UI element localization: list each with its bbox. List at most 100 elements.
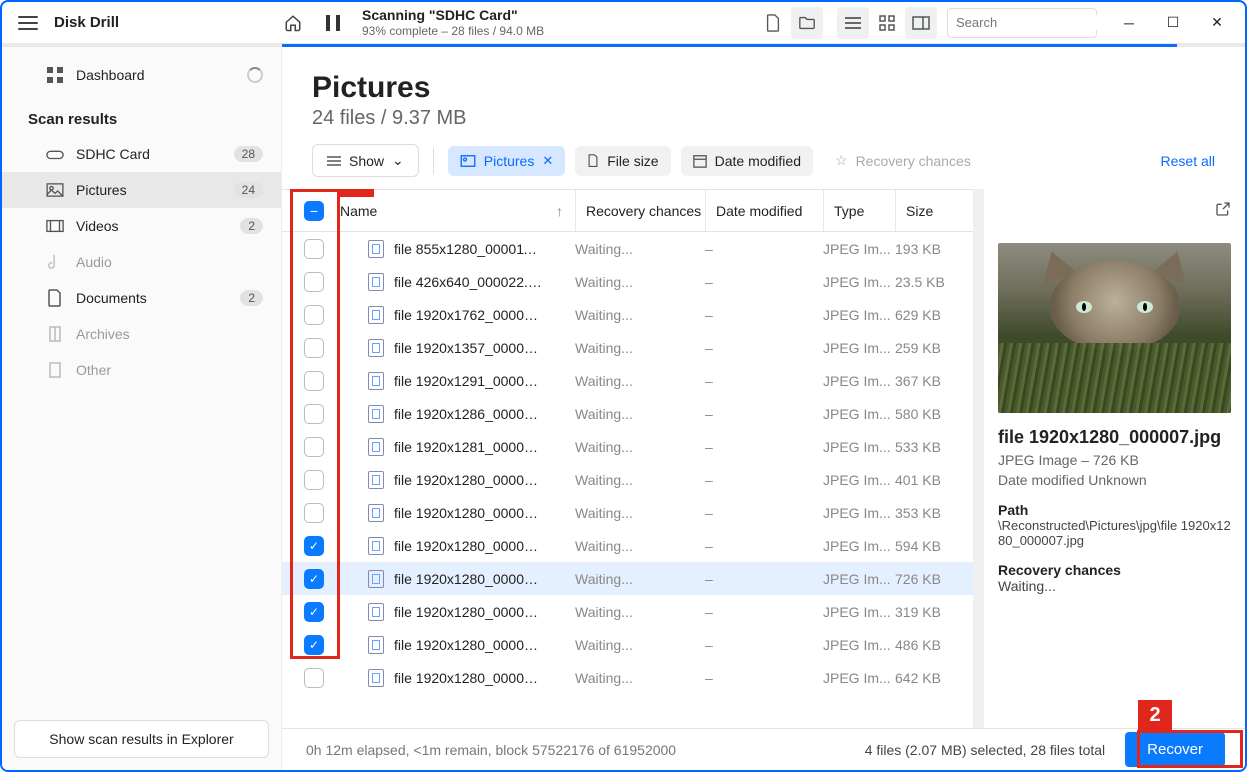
app-title: Disk Drill	[54, 14, 119, 31]
drive-icon	[46, 147, 64, 161]
minimize-button[interactable]: ─	[1111, 7, 1147, 39]
cell-date: –	[705, 505, 823, 521]
row-checkbox[interactable]	[304, 371, 324, 391]
row-checkbox[interactable]	[304, 239, 324, 259]
grid-view-icon[interactable]	[871, 7, 903, 39]
sidebar-item-sdhc-card[interactable]: SDHC Card 28	[2, 136, 281, 172]
preview-pane-icon[interactable]	[905, 7, 937, 39]
table-row[interactable]: file 855x1280_000011.j...Waiting...–JPEG…	[282, 232, 973, 265]
file-icon	[368, 537, 384, 555]
row-checkbox[interactable]	[304, 404, 324, 424]
row-checkbox[interactable]	[304, 305, 324, 325]
table-row[interactable]: file 1920x1286_000008....Waiting...–JPEG…	[282, 397, 973, 430]
select-all-checkbox[interactable]: −	[304, 201, 324, 221]
table-row[interactable]: ✓file 1920x1280_000014....Waiting...–JPE…	[282, 529, 973, 562]
column-type[interactable]: Type	[823, 190, 895, 231]
sidebar-item-documents[interactable]: Documents 2	[2, 280, 281, 316]
filter-chip-pictures[interactable]: Pictures ✕	[448, 146, 565, 176]
table-row[interactable]: file 1920x1291_000017....Waiting...–JPEG…	[282, 364, 973, 397]
row-checkbox[interactable]: ✓	[304, 536, 324, 556]
table-row[interactable]: ✓file 1920x1280_000004....Waiting...–JPE…	[282, 595, 973, 628]
cell-recovery: Waiting...	[575, 670, 705, 686]
scan-title: Scanning "SDHC Card"	[362, 7, 544, 24]
filter-chip-label: Pictures	[484, 153, 535, 169]
maximize-button[interactable]: ☐	[1155, 7, 1191, 39]
table-row[interactable]: file 1920x1280_000018....Waiting...–JPEG…	[282, 463, 973, 496]
row-checkbox[interactable]	[304, 437, 324, 457]
row-checkbox[interactable]: ✓	[304, 635, 324, 655]
scrollbar[interactable]	[973, 189, 983, 728]
titlebar: Disk Drill Scanning "SDHC Card" 93% comp…	[2, 2, 1245, 44]
home-icon[interactable]	[282, 12, 304, 34]
show-in-explorer-button[interactable]: Show scan results in Explorer	[14, 720, 269, 758]
preview-recovery: Waiting...	[998, 578, 1231, 594]
close-icon[interactable]: ✕	[542, 153, 553, 169]
sidebar-item-videos[interactable]: Videos 2	[2, 208, 281, 244]
table-row[interactable]: ✓file 1920x1280_000007....Waiting...–JPE…	[282, 562, 973, 595]
filter-chip-date-modified[interactable]: Date modified	[681, 146, 813, 176]
sidebar-dashboard[interactable]: Dashboard	[2, 47, 281, 103]
folder-icon[interactable]	[791, 7, 823, 39]
table-row[interactable]: file 1920x1281_000015....Waiting...–JPEG…	[282, 430, 973, 463]
file-name: file 1920x1280_000018....	[394, 472, 544, 488]
sidebar-item-badge: 2	[240, 290, 263, 306]
sidebar-item-label: Other	[76, 362, 263, 378]
file-icon[interactable]	[757, 7, 789, 39]
recover-button[interactable]: Recover	[1125, 732, 1225, 767]
row-checkbox[interactable]	[304, 503, 324, 523]
cell-type: JPEG Im...	[823, 406, 895, 422]
table-row[interactable]: file 1920x1762_000019....Waiting...–JPEG…	[282, 298, 973, 331]
row-checkbox[interactable]: ✓	[304, 569, 324, 589]
search-box[interactable]	[947, 8, 1097, 38]
show-filter-button[interactable]: Show ⌄	[312, 144, 419, 177]
row-checkbox[interactable]	[304, 272, 324, 292]
chevron-down-icon: ⌄	[392, 152, 404, 169]
preview-title: file 1920x1280_000007.jpg	[998, 427, 1231, 448]
filter-chip-recovery-chances[interactable]: ☆ Recovery chances	[823, 145, 983, 176]
filter-chip-file-size[interactable]: File size	[575, 146, 670, 176]
row-checkbox[interactable]: ✓	[304, 602, 324, 622]
sidebar-item-other[interactable]: Other	[2, 352, 281, 388]
file-name: file 1920x1280_000004....	[394, 604, 544, 620]
filter-chip-label: Recovery chances	[856, 153, 971, 169]
list-view-icon[interactable]	[837, 7, 869, 39]
reset-all-link[interactable]: Reset all	[1161, 153, 1215, 169]
cell-date: –	[705, 571, 823, 587]
filter-chip-label: Date modified	[715, 153, 801, 169]
file-name: file 1920x1280_000007....	[394, 571, 544, 587]
table-row[interactable]: file 1920x1280_000016....Waiting...–JPEG…	[282, 496, 973, 529]
row-checkbox[interactable]	[304, 470, 324, 490]
cell-type: JPEG Im...	[823, 373, 895, 389]
file-name: file 426x640_000022.jpg	[394, 274, 544, 290]
menu-icon[interactable]	[18, 16, 38, 30]
row-checkbox[interactable]	[304, 668, 324, 688]
table-row[interactable]: ✓file 1920x1280_000002....Waiting...–JPE…	[282, 628, 973, 661]
table-row[interactable]: file 1920x1280_000001....Waiting...–JPEG…	[282, 661, 973, 694]
cell-type: JPEG Im...	[823, 472, 895, 488]
search-input[interactable]	[956, 15, 1132, 30]
sidebar-item-pictures[interactable]: Pictures 24	[2, 172, 281, 208]
close-button[interactable]: ✕	[1199, 7, 1235, 39]
table-row[interactable]: file 426x640_000022.jpgWaiting...–JPEG I…	[282, 265, 973, 298]
column-name[interactable]: Name↑	[334, 203, 575, 219]
sidebar-item-archives[interactable]: Archives	[2, 316, 281, 352]
sidebar-item-audio[interactable]: Audio	[2, 244, 281, 280]
cell-date: –	[705, 637, 823, 653]
table-row[interactable]: file 1920x1357_000021....Waiting...–JPEG…	[282, 331, 973, 364]
cell-size: 23.5 KB	[895, 274, 973, 290]
file-name: file 1920x1291_000017....	[394, 373, 544, 389]
open-external-icon[interactable]	[1215, 201, 1231, 220]
pause-icon[interactable]	[322, 12, 344, 34]
column-size[interactable]: Size	[895, 190, 973, 231]
cell-recovery: Waiting...	[575, 406, 705, 422]
documents-icon	[46, 289, 64, 307]
preview-recovery-label: Recovery chances	[998, 562, 1231, 578]
sidebar-item-label: Archives	[76, 326, 263, 342]
file-name: file 1920x1280_000016....	[394, 505, 544, 521]
row-checkbox[interactable]	[304, 338, 324, 358]
cell-recovery: Waiting...	[575, 241, 705, 257]
column-date[interactable]: Date modified	[705, 190, 823, 231]
column-recovery[interactable]: Recovery chances	[575, 190, 705, 231]
sidebar-item-label: Pictures	[76, 182, 220, 198]
footer-bar: 0h 12m elapsed, <1m remain, block 575221…	[282, 728, 1245, 770]
